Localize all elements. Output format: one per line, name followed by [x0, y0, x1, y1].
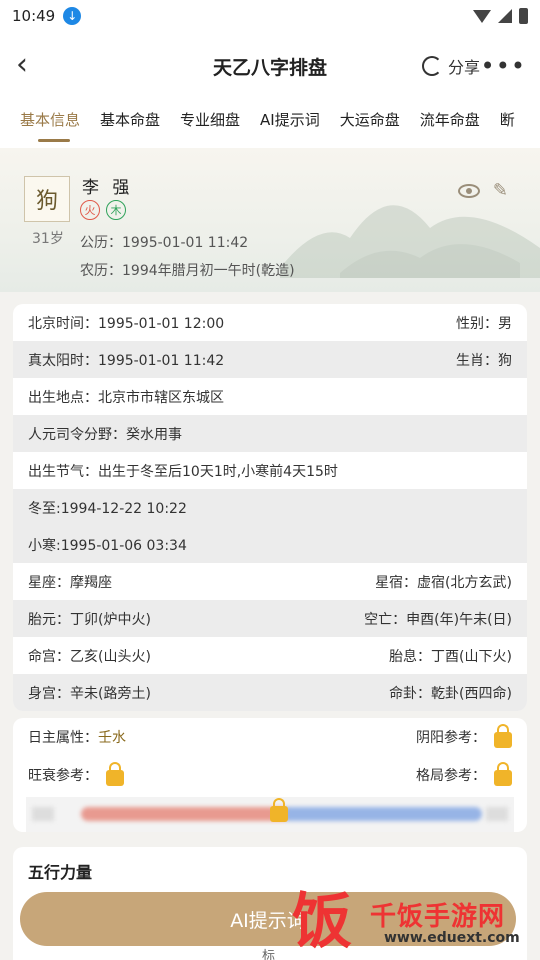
row-left: 命宫：乙亥(山头火): [28, 648, 151, 665]
wifi-icon: [473, 9, 491, 23]
row-left: 星座：摩羯座: [28, 574, 112, 591]
watermark-text: 千饭手游网: [370, 902, 506, 932]
bar-red-segment: [81, 807, 289, 821]
info-row: 真太阳时：1995-01-01 11:42 生肖：狗: [13, 341, 527, 378]
lock-icon[interactable]: [494, 762, 512, 786]
attribute-card: 日主属性：壬水 阴阳参考： 旺衰参考： 格局参考：: [13, 718, 527, 832]
tab-basic-chart[interactable]: 基本命盘: [100, 100, 160, 148]
rizhu-label: 日主属性：: [28, 730, 98, 746]
share-label: 分享: [447, 58, 480, 77]
row-left: 出生地点：北京市市辖区东城区: [28, 389, 224, 406]
tab-bar: 基本信息 基本命盘 专业细盘 AI提示词 大运命盘 流年命盘 断: [0, 100, 540, 148]
row-right: 命卦：乾卦(西四命): [389, 685, 512, 702]
tab-dayun[interactable]: 大运命盘: [340, 100, 400, 148]
info-row: 小寒:1995-01-06 03:34: [13, 526, 527, 563]
bar-blue-segment: [282, 807, 482, 821]
tab-duan[interactable]: 断: [500, 100, 515, 148]
info-row: 星座：摩羯座 星宿：虚宿(北方玄武): [13, 563, 527, 600]
app-bar: ‹ 天乙八字排盘 分享 •••: [0, 32, 540, 100]
lock-icon[interactable]: [270, 798, 288, 822]
yinyang-field[interactable]: 阴阳参考：: [416, 724, 512, 748]
wangshuai-field[interactable]: 旺衰参考：: [28, 762, 124, 786]
wangshuai-label: 旺衰参考：: [28, 768, 98, 784]
row-left: 真太阳时：1995-01-01 11:42: [28, 352, 225, 369]
profile-age: 31岁: [32, 231, 64, 247]
blurred-label: [486, 807, 508, 821]
info-row: 冬至:1994-12-22 10:22: [13, 489, 527, 526]
row-left: 身宫：辛未(路旁土): [28, 685, 151, 702]
tab-ai-prompt[interactable]: AI提示词: [260, 100, 320, 148]
row-left: 出生节气：出生于冬至后10天1时,小寒前4天15时: [28, 463, 338, 480]
solar-date: 公历：1995-01-01 11:42: [80, 232, 248, 252]
blurred-label: [32, 807, 54, 821]
row-right: 生肖：狗: [456, 352, 512, 369]
status-time: 10:49: [12, 7, 56, 25]
solar-value: 1995-01-01 11:42: [122, 235, 249, 251]
status-bar: 10:49 ↓: [0, 0, 540, 32]
edit-icon[interactable]: ✎: [493, 180, 508, 201]
info-row: 北京时间：1995-01-01 12:00 性别：男: [13, 304, 527, 341]
row-right: 空亡：申酉(年)午未(日): [364, 611, 512, 628]
battery-icon: [519, 8, 528, 24]
wood-badge: 木: [106, 200, 126, 220]
rizhu-value: 壬水: [98, 730, 126, 746]
rizhu-field: 日主属性：壬水: [28, 727, 126, 747]
row-left: 人元司令分野：癸水用事: [28, 426, 182, 443]
info-row: 出生地点：北京市市辖区东城区: [13, 378, 527, 415]
row-left: 冬至:1994-12-22 10:22: [28, 500, 187, 517]
peek-text: 标: [262, 949, 276, 960]
strength-bar[interactable]: [26, 797, 514, 832]
row-right: 性别：男: [456, 315, 512, 332]
attr-row: 旺衰参考： 格局参考：: [13, 756, 527, 794]
lock-icon[interactable]: [106, 762, 124, 786]
lunar-label: 农历：: [80, 263, 122, 279]
solar-label: 公历：: [80, 235, 122, 251]
info-row: 人元司令分野：癸水用事: [13, 415, 527, 452]
attr-row: 日主属性：壬水 阴阳参考：: [13, 718, 527, 756]
share-icon: [421, 56, 442, 76]
watermark-glyph: 饭: [292, 887, 352, 957]
row-left: 北京时间：1995-01-01 12:00: [28, 315, 225, 332]
info-row: 命宫：乙亥(山头火) 胎息：丁酉(山下火): [13, 637, 527, 674]
yinyang-label: 阴阳参考：: [416, 730, 486, 746]
avatar: 狗: [24, 176, 70, 222]
row-right: 胎息：丁酉(山下火): [389, 648, 512, 665]
geju-label: 格局参考：: [416, 768, 486, 784]
tab-basic-info[interactable]: 基本信息: [20, 100, 80, 148]
info-row: 出生节气：出生于冬至后10天1时,小寒前4天15时: [13, 452, 527, 489]
info-card: 北京时间：1995-01-01 12:00 性别：男 真太阳时：1995-01-0…: [13, 304, 527, 711]
element-badges: 火 木: [80, 200, 126, 220]
row-right: 星宿：虚宿(北方玄武): [375, 574, 512, 591]
row-left: 小寒:1995-01-06 03:34: [28, 537, 187, 554]
info-row: 身宫：辛未(路旁土) 命卦：乾卦(西四命): [13, 674, 527, 711]
share-button[interactable]: 分享: [421, 54, 480, 78]
tab-pro-chart[interactable]: 专业细盘: [180, 100, 240, 148]
more-icon[interactable]: •••: [481, 52, 526, 80]
mountain-decoration: [280, 205, 540, 278]
watermark-logo: 饭 千饭手游网 www.eduext.com: [292, 888, 522, 956]
lock-icon[interactable]: [494, 724, 512, 748]
fire-badge: 火: [80, 200, 100, 220]
lunar-value: 1994年腊月初一午时(乾造): [122, 263, 295, 279]
watermark-url: www.eduext.com: [384, 930, 520, 946]
lunar-date: 农历：1994年腊月初一午时(乾造): [80, 260, 295, 280]
row-left: 胎元：丁卯(炉中火): [28, 611, 151, 628]
info-row: 胎元：丁卯(炉中火) 空亡：申酉(年)午未(日): [13, 600, 527, 637]
geju-field[interactable]: 格局参考：: [416, 762, 512, 786]
eye-icon[interactable]: [458, 184, 480, 198]
profile-name: 李 强: [82, 178, 134, 198]
profile-header: 狗 31岁 李 强 火 木 公历：1995-01-01 11:42 农历：199…: [0, 148, 540, 292]
tab-liunian[interactable]: 流年命盘: [420, 100, 480, 148]
download-icon: ↓: [63, 7, 82, 25]
signal-icon: [498, 9, 512, 23]
